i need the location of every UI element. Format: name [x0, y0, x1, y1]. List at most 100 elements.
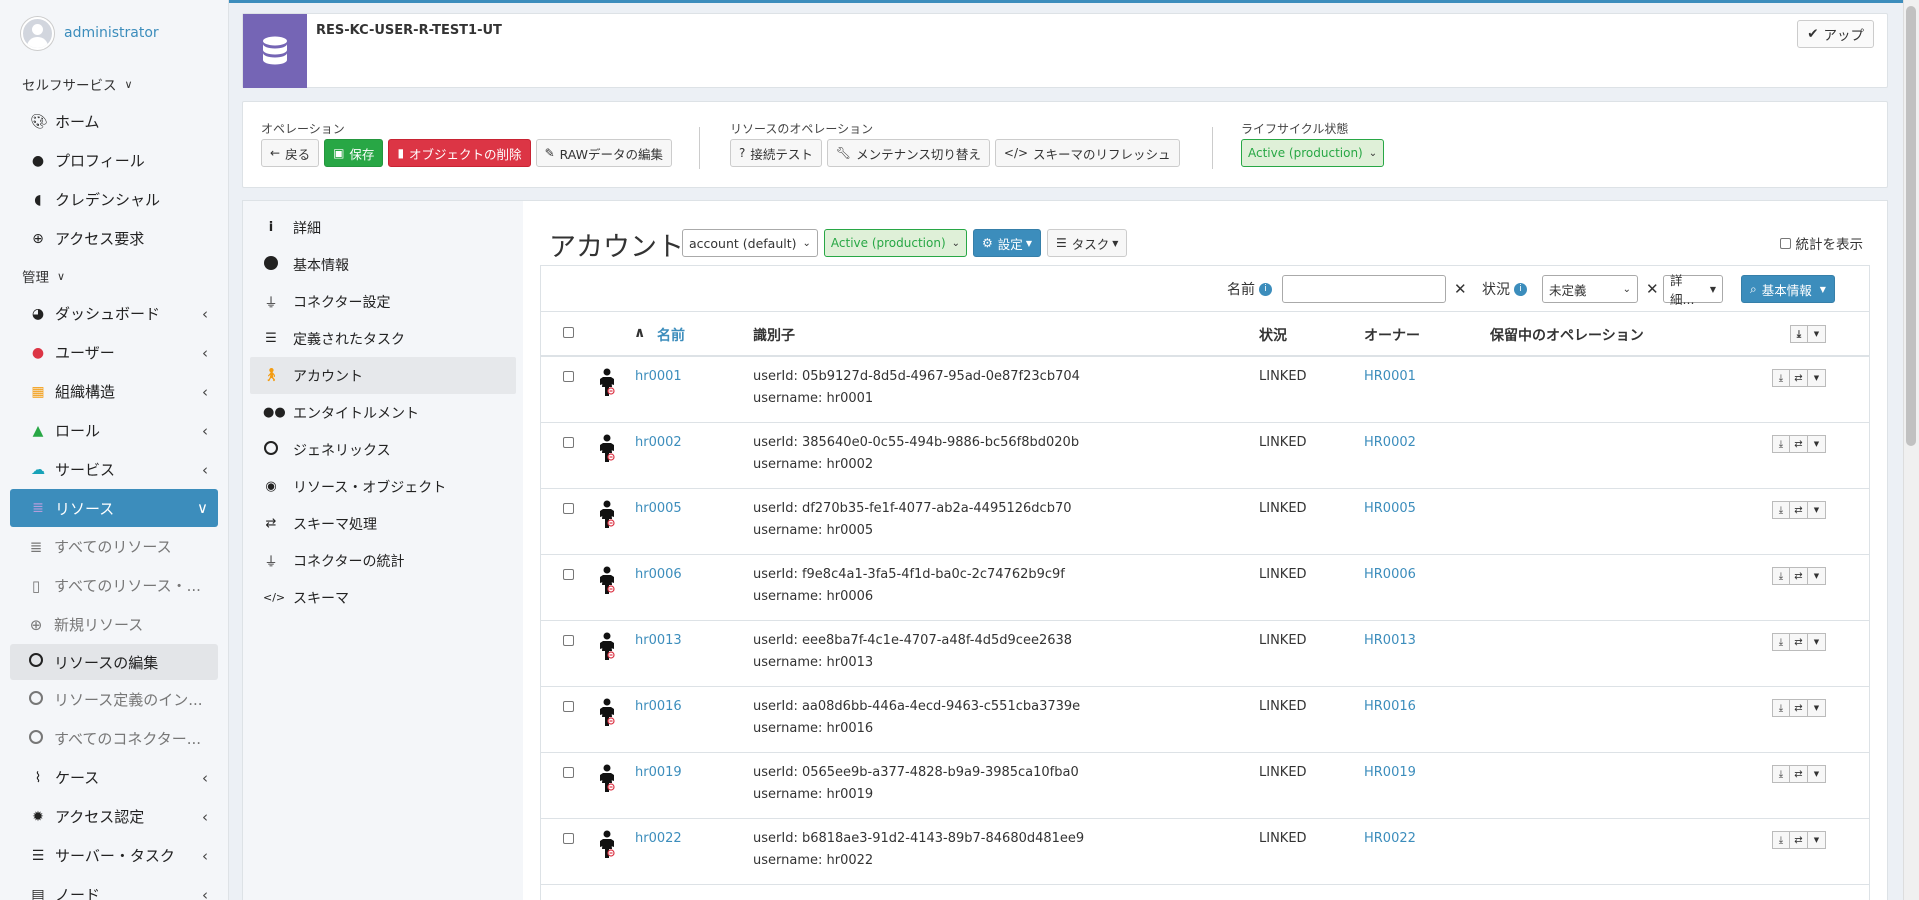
menu-schema-handling[interactable]: ⇄ スキーマ処理 [243, 505, 523, 542]
clear-name-icon[interactable]: ✕ [1454, 280, 1467, 298]
column-name[interactable]: 名前 [657, 325, 685, 345]
account-owner-link[interactable]: HR0002 [1364, 435, 1416, 450]
account-owner-link[interactable]: HR0006 [1364, 567, 1416, 582]
sidebar-sub-edit-resource[interactable]: リソースの編集 [10, 644, 218, 680]
info-icon[interactable]: i [1514, 282, 1527, 296]
row-checkbox[interactable] [563, 437, 574, 448]
refresh-schema-button[interactable]: </> スキーマのリフレッシュ [994, 139, 1180, 167]
sidebar-item-users[interactable]: ● ユーザー ‹ [0, 333, 228, 372]
account-name-link[interactable]: hr0006 [635, 567, 682, 582]
account-owner-link[interactable]: HR0016 [1364, 699, 1416, 714]
row-checkbox[interactable] [563, 569, 574, 580]
sidebar-sub-all-resource-objects[interactable]: ▯ すべてのリソース・... [0, 566, 228, 605]
account-name-link[interactable]: hr0013 [635, 633, 682, 648]
caret-down-icon[interactable]: ▼ [1808, 699, 1826, 717]
kind-select[interactable]: account (default) ⌄ [682, 229, 818, 257]
menu-resource-objects[interactable]: ◉ リソース・オブジェクト [243, 468, 523, 505]
maintenance-toggle-button[interactable]: 🔧︎ メンテナンス切り替え [826, 139, 990, 167]
row-checkbox[interactable] [563, 503, 574, 514]
delete-object-button[interactable]: ▮ オブジェクトの削除 [388, 139, 531, 167]
sidebar-sub-all-connectors[interactable]: すべてのコネクター... [0, 719, 228, 758]
account-name-link[interactable]: hr0016 [635, 699, 682, 714]
menu-connector-config[interactable]: ⏚ コネクター設定 [243, 283, 523, 320]
sidebar-sub-new-resource[interactable]: ⊕ 新規リソース [0, 605, 228, 644]
caret-down-icon[interactable]: ▼ [1808, 765, 1826, 783]
info-icon[interactable]: i [1259, 282, 1272, 296]
row-checkbox[interactable] [563, 767, 574, 778]
exchange-icon[interactable]: ⇄ [1790, 699, 1808, 717]
exchange-icon[interactable]: ⇄ [1790, 369, 1808, 387]
account-owner-link[interactable]: HR0013 [1364, 633, 1416, 648]
basic-search-button[interactable]: ⌕ 基本情報 ▼ [1741, 275, 1835, 303]
menu-generics[interactable]: ジェネリックス [243, 431, 523, 468]
edit-raw-button[interactable]: ✎ RAWデータの編集 [535, 139, 673, 167]
import-icon[interactable]: ⤓ [1772, 501, 1790, 519]
back-button[interactable]: ← 戻る [261, 139, 320, 167]
row-checkbox[interactable] [563, 635, 574, 646]
sidebar-item-server-tasks[interactable]: ☰ サーバー・タスク ‹ [0, 836, 228, 875]
show-stats-toggle[interactable]: 統計を表示 [1779, 233, 1863, 253]
sidebar-item-org[interactable]: ▦ 組織構造 ‹ [0, 372, 228, 411]
status-select[interactable]: 未定義 ⌄ [1542, 275, 1638, 303]
menu-accounts[interactable]: 🚶︎ アカウント [250, 357, 516, 394]
account-name-link[interactable]: hr0019 [635, 765, 682, 780]
exchange-icon[interactable]: ⇄ [1790, 567, 1808, 585]
name-search-input[interactable] [1282, 275, 1446, 303]
sidebar-item-home[interactable]: 🎨︎ ホーム [0, 102, 228, 141]
menu-entitlements[interactable]: ●● エンタイトルメント [243, 394, 523, 431]
exchange-icon[interactable]: ⇄ [1790, 501, 1808, 519]
import-icon[interactable]: ⤓ [1790, 325, 1808, 343]
account-owner-link[interactable]: HR0001 [1364, 369, 1416, 384]
exchange-icon[interactable]: ⇄ [1790, 765, 1808, 783]
import-icon[interactable]: ⤓ [1772, 369, 1790, 387]
section-admin[interactable]: 管理 ∨ [0, 258, 228, 294]
caret-down-icon[interactable]: ▼ [1808, 369, 1826, 387]
menu-defined-tasks[interactable]: ☰ 定義されたタスク [243, 320, 523, 357]
menu-basic[interactable]: 基本情報 [243, 246, 523, 283]
select-all-checkbox[interactable] [563, 327, 574, 338]
scrollbar-thumb[interactable] [1906, 6, 1916, 446]
sidebar-item-resources[interactable]: ≣ リソース ∨ [10, 489, 218, 527]
account-name-link[interactable]: hr0002 [635, 435, 682, 450]
page-scrollbar[interactable] [1903, 0, 1919, 900]
import-icon[interactable]: ⤓ [1772, 699, 1790, 717]
exchange-icon[interactable]: ⇄ [1790, 831, 1808, 849]
account-name-link[interactable]: hr0022 [635, 831, 682, 846]
caret-down-icon[interactable]: ▼ [1808, 633, 1826, 651]
sidebar-item-profile[interactable]: ● プロフィール [0, 141, 228, 180]
sidebar-item-dashboard[interactable]: ◕ ダッシュボード ‹ [0, 294, 228, 333]
sidebar-user[interactable]: administrator [0, 0, 228, 66]
sidebar-item-certification[interactable]: ✹ アクセス認定 ‹ [0, 797, 228, 836]
tasks-button[interactable]: ☰ タスク ▼ [1046, 229, 1128, 257]
sidebar-sub-import-definition[interactable]: リソース定義のイン... [0, 680, 228, 719]
row-checkbox[interactable] [563, 371, 574, 382]
import-icon[interactable]: ⤓ [1772, 831, 1790, 849]
caret-down-icon[interactable]: ▼ [1808, 501, 1826, 519]
show-stats-checkbox[interactable] [1779, 237, 1791, 249]
sidebar-item-cases[interactable]: ⌇ ケース ‹ [0, 758, 228, 797]
exchange-icon[interactable]: ⇄ [1790, 435, 1808, 453]
up-button[interactable]: ✔ アップ [1797, 20, 1874, 48]
caret-down-icon[interactable]: ▼ [1808, 435, 1826, 453]
import-icon[interactable]: ⤓ [1772, 567, 1790, 585]
account-owner-link[interactable]: HR0019 [1364, 765, 1416, 780]
sort-up-icon[interactable]: ∧ [634, 325, 645, 341]
sidebar-item-access-request[interactable]: ⊕ アクセス要求 [0, 219, 228, 258]
lifecycle-filter-select[interactable]: Active (production) ⌄ [823, 229, 968, 257]
import-icon[interactable]: ⤓ [1772, 633, 1790, 651]
clear-status-icon[interactable]: ✕ [1646, 280, 1659, 298]
test-connection-button[interactable]: ? 接続テスト [730, 139, 822, 167]
settings-button[interactable]: ⚙ 設定 ▼ [973, 229, 1041, 257]
sidebar-item-roles[interactable]: ▲ ロール ‹ [0, 411, 228, 450]
menu-schema[interactable]: </> スキーマ [243, 579, 523, 616]
account-name-link[interactable]: hr0005 [635, 501, 682, 516]
exchange-icon[interactable]: ⇄ [1790, 633, 1808, 651]
menu-details[interactable]: i 詳細 [243, 209, 523, 246]
sidebar-item-nodes[interactable]: ▤ ノード ‹ [0, 875, 228, 900]
import-icon[interactable]: ⤓ [1772, 765, 1790, 783]
user-name[interactable]: administrator [64, 25, 159, 41]
sidebar-sub-all-resources[interactable]: ≣ すべてのリソース [0, 527, 228, 566]
sidebar-item-services[interactable]: ☁ サービス ‹ [0, 450, 228, 489]
row-checkbox[interactable] [563, 701, 574, 712]
caret-down-icon[interactable]: ▼ [1808, 567, 1826, 585]
